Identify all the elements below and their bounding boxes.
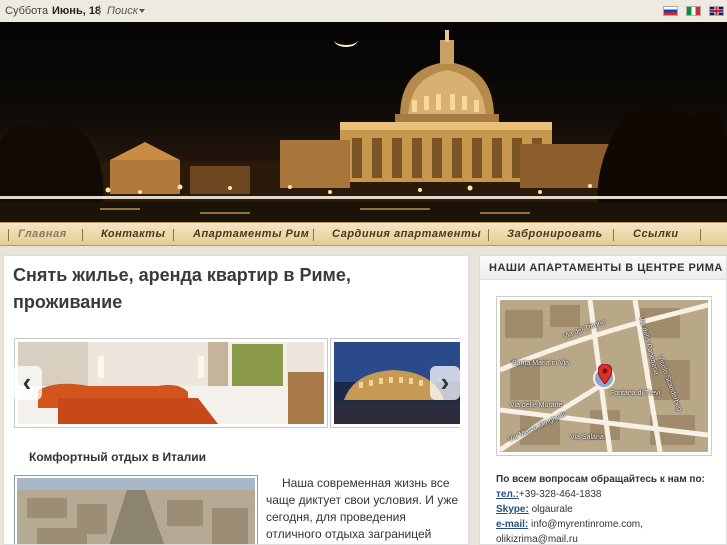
italian-flag-icon[interactable] xyxy=(686,6,701,16)
nav-item-book[interactable]: Забронировать xyxy=(507,228,603,240)
header-banner xyxy=(0,22,727,222)
map-label: Via delle Muratte xyxy=(510,402,563,409)
intro-paragraph: Наша современная жизнь все чаще диктует … xyxy=(266,476,459,541)
section-heading: Комфортный отдых в Италии xyxy=(29,450,207,464)
search-toggle[interactable]: Поиск xyxy=(107,5,138,17)
phone-number[interactable]: +39-328-464-1838 xyxy=(519,489,602,500)
email-secondary[interactable]: olikizrima@mail.ru xyxy=(496,532,722,544)
chevron-right-icon: › xyxy=(440,367,450,397)
skype-row: Skype: olgaurale xyxy=(496,502,722,517)
nav-item-links[interactable]: Ссылки xyxy=(633,228,679,240)
weekday: Суббота xyxy=(5,5,49,17)
main-content: Снять жилье, аренда квартир в Риме, прож… xyxy=(3,255,469,545)
english-flag-icon[interactable] xyxy=(709,6,724,16)
russian-flag-icon[interactable] xyxy=(663,6,678,16)
map-label: Santa Maria in Via xyxy=(512,360,570,367)
nav-divider xyxy=(82,229,83,241)
nav-divider xyxy=(488,229,489,241)
map-label: Fontana di Trevi xyxy=(610,390,661,397)
chevron-down-icon[interactable] xyxy=(139,9,145,13)
phone-label: тел.: xyxy=(496,489,519,500)
moon-icon xyxy=(334,40,358,47)
main-navigation: Главная Контакты Апартаменты Рим Сардини… xyxy=(0,222,727,246)
nav-divider xyxy=(313,229,314,241)
skype-handle[interactable]: olgaurale xyxy=(532,504,573,515)
skype-label: Skype: xyxy=(496,504,529,515)
aerial-image xyxy=(17,478,255,544)
nav-item-rome-apartments[interactable]: Апартаменты Рим xyxy=(193,228,309,240)
divider: | xyxy=(98,4,101,16)
nav-item-contacts[interactable]: Контакты xyxy=(101,228,165,240)
sidebar-header: НАШИ АПАРТАМЕНТЫ В ЦЕНТРЕ РИМА xyxy=(480,256,726,280)
contact-info: По всем вопросам обращайтесь к нам по: т… xyxy=(496,472,722,544)
rome-aerial-photo xyxy=(14,475,258,544)
current-date: Июнь, 18 xyxy=(52,5,102,17)
nav-divider xyxy=(173,229,174,241)
map-label: Via Salaria xyxy=(570,434,604,441)
email-label: e-mail: xyxy=(496,519,529,530)
nav-item-sardinia-apartments[interactable]: Сардиния апартаменты xyxy=(332,228,481,240)
page-title: Снять жилье, аренда квартир в Риме, прож… xyxy=(13,265,351,312)
sidebar: НАШИ АПАРТАМЕНТЫ В ЦЕНТРЕ РИМА Via del T… xyxy=(479,255,727,545)
phone-row: тел.:+39-328-464-1838 xyxy=(496,487,722,502)
sidebar-title: НАШИ АПАРТАМЕНТЫ В ЦЕНТРЕ РИМА xyxy=(489,262,723,274)
slider-prev-button[interactable]: ‹ xyxy=(14,366,42,400)
intro-text: Наша современная жизнь все чаще диктует … xyxy=(266,475,462,544)
night-rome-panorama xyxy=(0,30,727,222)
contact-intro: По всем вопросам обращайтесь к нам по: xyxy=(496,474,705,485)
slider-next-button[interactable]: › xyxy=(430,366,460,400)
top-bar: Суббота Июнь, 18 | Поиск xyxy=(0,0,727,22)
nav-item-home[interactable]: Главная xyxy=(18,228,67,240)
image-slider[interactable]: ‹ › xyxy=(14,338,460,429)
nav-divider xyxy=(8,229,9,241)
chevron-left-icon: ‹ xyxy=(22,367,32,397)
nav-divider xyxy=(613,229,614,241)
email-address[interactable]: info@myrentinrome.com, xyxy=(531,519,643,530)
email-row: e-mail: info@myrentinrome.com, xyxy=(496,517,722,532)
nav-divider xyxy=(700,229,701,241)
slide-bedroom[interactable] xyxy=(14,338,328,428)
location-map[interactable]: Via del Tritone Via della Panetteria San… xyxy=(496,296,712,456)
bedroom-photo xyxy=(18,342,324,424)
map-pin-icon[interactable] xyxy=(598,364,612,384)
map-image: Via del Tritone Via della Panetteria San… xyxy=(500,300,708,452)
